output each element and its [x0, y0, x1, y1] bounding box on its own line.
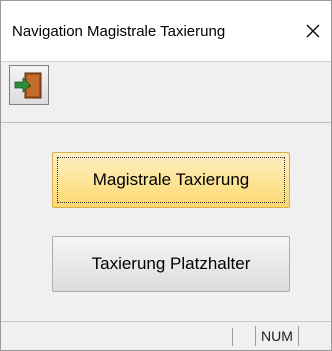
title-bar: Navigation Magistrale Taxierung: [1, 1, 331, 61]
window-title: Navigation Magistrale Taxierung: [12, 23, 226, 40]
status-bar: NUM: [1, 321, 331, 350]
status-divider: [232, 328, 233, 346]
content-area: Magistrale Taxierung Taxierung Platzhalt…: [1, 123, 331, 321]
taxierung-platzhalter-label: Taxierung Platzhalter: [91, 254, 251, 273]
num-lock-indicator: NUM: [255, 326, 299, 346]
dialog-window: Navigation Magistrale Taxierung Magistra…: [0, 0, 332, 351]
exit-door-icon: [14, 72, 42, 99]
toolbar: [1, 61, 331, 123]
close-icon: [306, 24, 320, 38]
close-button[interactable]: [295, 13, 331, 49]
magistrale-taxierung-label: Magistrale Taxierung: [92, 170, 250, 189]
magistrale-taxierung-button[interactable]: Magistrale Taxierung: [52, 152, 290, 208]
exit-button[interactable]: [9, 65, 49, 105]
taxierung-platzhalter-button[interactable]: Taxierung Platzhalter: [52, 236, 290, 292]
